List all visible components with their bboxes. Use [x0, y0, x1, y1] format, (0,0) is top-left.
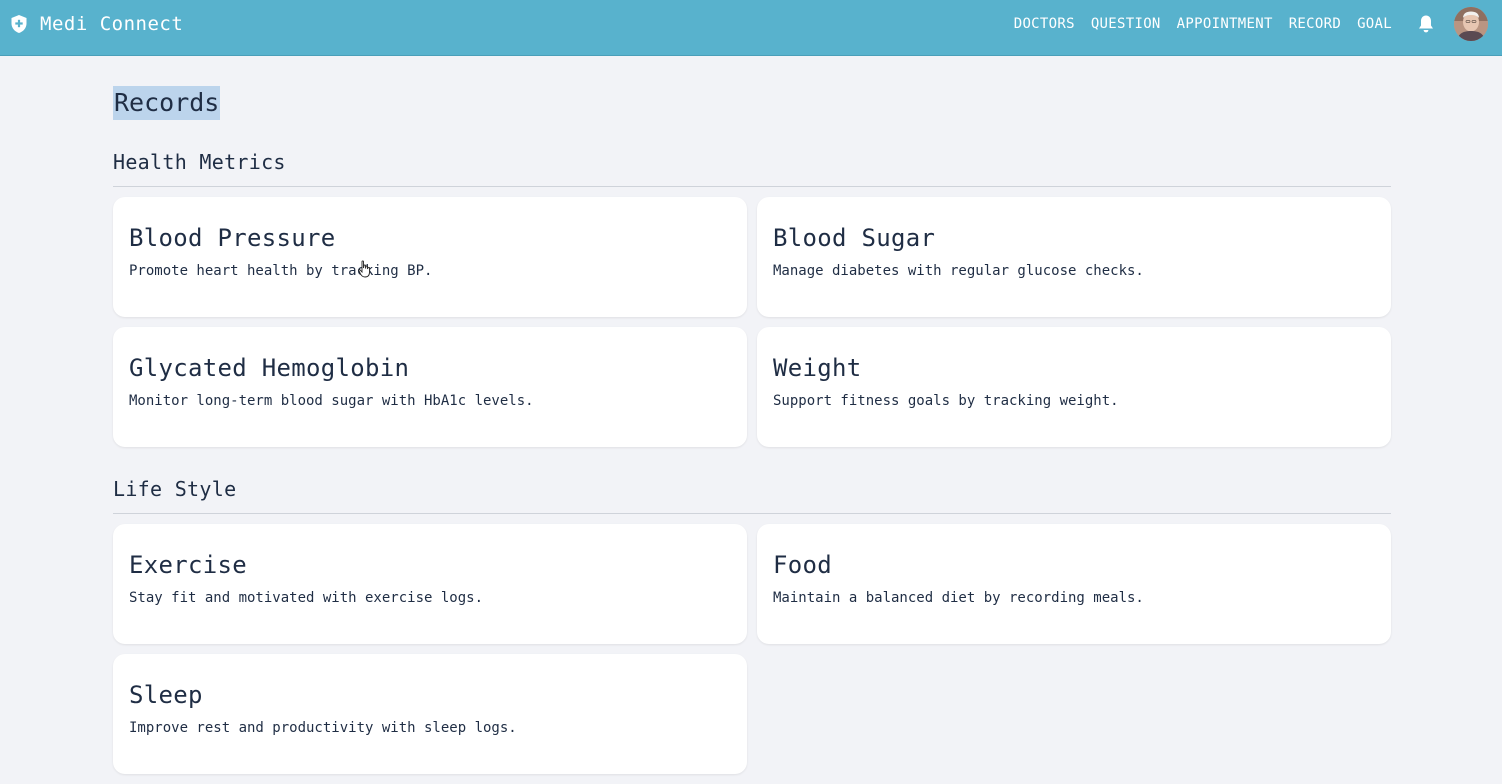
user-avatar[interactable]: [1454, 7, 1488, 41]
card-title: Blood Sugar: [773, 224, 936, 252]
nav-appointment[interactable]: APPOINTMENT: [1177, 16, 1273, 32]
nav-goal[interactable]: GOAL: [1357, 16, 1392, 32]
card-title: Sleep: [129, 681, 203, 709]
brand-name: Medi Connect: [40, 13, 184, 35]
card-grid: Exercise Stay fit and motivated with exe…: [113, 524, 1391, 774]
shield-plus-icon: [10, 13, 30, 35]
section-life-style: Life Style Exercise Stay fit and motivat…: [113, 475, 1391, 774]
card-exercise[interactable]: Exercise Stay fit and motivated with exe…: [113, 524, 747, 644]
card-grid: Blood Pressure Promote heart health by t…: [113, 197, 1391, 447]
card-blood-sugar[interactable]: Blood Sugar Manage diabetes with regular…: [757, 197, 1391, 317]
section-title: Health Metrics: [113, 150, 286, 174]
nav-record[interactable]: RECORD: [1289, 16, 1341, 32]
card-description: Promote heart health by tracking BP.: [129, 263, 433, 279]
card-description: Manage diabetes with regular glucose che…: [773, 263, 1144, 279]
card-description: Stay fit and motivated with exercise log…: [129, 590, 484, 606]
card-glycated-hemoglobin[interactable]: Glycated Hemoglobin Monitor long-term bl…: [113, 327, 747, 447]
card-title: Exercise: [129, 551, 247, 579]
card-description: Monitor long-term blood sugar with HbA1c…: [129, 393, 534, 409]
card-description: Improve rest and productivity with sleep…: [129, 720, 517, 736]
section-divider: [113, 186, 1391, 187]
page-title: Records: [113, 86, 221, 120]
card-description: Maintain a balanced diet by recording me…: [773, 590, 1144, 606]
records-page: Records Health Metrics Blood Pressure Pr…: [113, 86, 1391, 774]
card-food[interactable]: Food Maintain a balanced diet by recordi…: [757, 524, 1391, 644]
card-sleep[interactable]: Sleep Improve rest and productivity with…: [113, 654, 747, 774]
nav-question[interactable]: QUESTION: [1091, 16, 1161, 32]
card-blood-pressure[interactable]: Blood Pressure Promote heart health by t…: [113, 197, 747, 317]
main-nav: DOCTORS QUESTION APPOINTMENT RECORD GOAL: [1014, 0, 1502, 48]
card-title: Food: [773, 551, 832, 579]
card-title: Blood Pressure: [129, 224, 336, 252]
section-title: Life Style: [113, 477, 237, 501]
card-title: Weight: [773, 354, 862, 382]
card-title: Glycated Hemoglobin: [129, 354, 410, 382]
top-navbar: Medi Connect DOCTORS QUESTION APPOINTMEN…: [0, 0, 1502, 56]
section-divider: [113, 513, 1391, 514]
card-weight[interactable]: Weight Support fitness goals by tracking…: [757, 327, 1391, 447]
card-description: Support fitness goals by tracking weight…: [773, 393, 1119, 409]
section-health-metrics: Health Metrics Blood Pressure Promote he…: [113, 148, 1391, 447]
bell-icon[interactable]: [1416, 13, 1436, 35]
nav-doctors[interactable]: DOCTORS: [1014, 16, 1075, 32]
brand-logo-link[interactable]: Medi Connect: [10, 0, 183, 48]
